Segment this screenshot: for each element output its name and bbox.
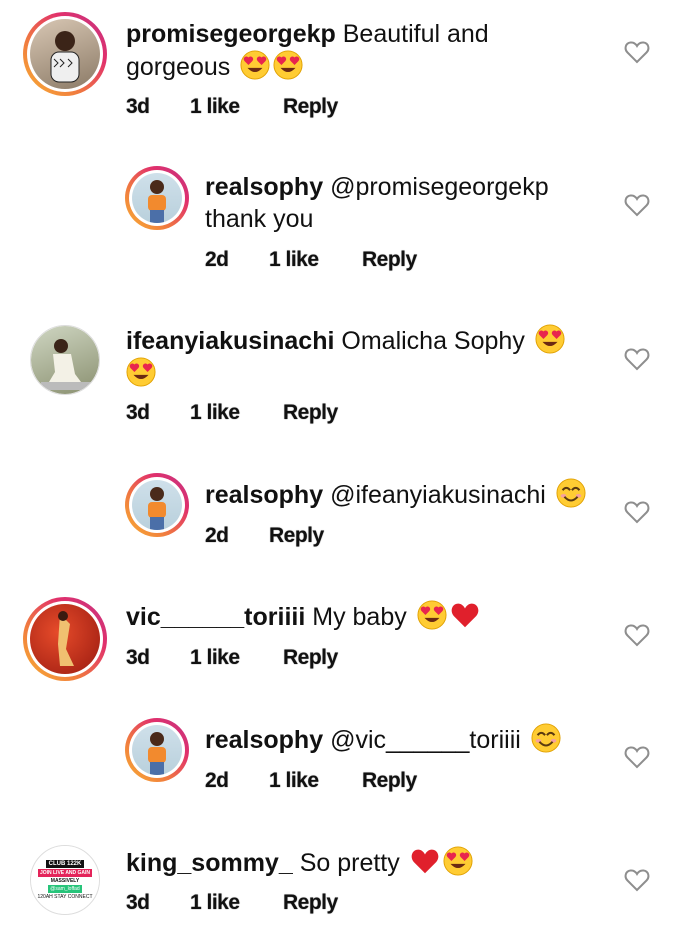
avatar[interactable] [125,718,189,782]
reply-button[interactable]: Reply [283,646,338,670]
comment-time: 2d [205,248,229,271]
heart-eyes-emoji-icon [126,357,156,387]
comment-text: realsophy @ifeanyiakusinachi [205,478,586,511]
comment-body: @ifeanyiakusinachi [330,481,546,509]
avatar[interactable] [23,12,107,96]
comment-likes[interactable]: 1 like [190,891,283,915]
heart-eyes-emoji-icon [273,50,303,80]
comment-text: promisegeorgekp Beautiful and gorgeous [126,18,489,83]
avatar[interactable]: CLUB 122K JOIN LIVE AND GAIN MASSIVELY @… [30,845,100,915]
comment-username[interactable]: realsophy [205,481,323,509]
comment-username[interactable]: promisegeorgekp [126,20,336,48]
comment-meta: 3d 1 like Reply [126,95,338,119]
heart-outline-icon[interactable] [624,193,650,217]
comment-time: 3d [126,95,150,118]
heart-outline-icon[interactable] [624,745,650,769]
comment-likes[interactable]: 1 like [190,646,283,670]
comment-likes[interactable]: 1 like [269,248,362,272]
heart-eyes-emoji-icon [535,324,565,354]
comment-username[interactable]: realsophy [205,726,323,754]
comment-body: @promisegeorgekp [330,173,549,201]
comment-username[interactable]: ifeanyiakusinachi [126,327,334,355]
comment-time: 3d [126,646,150,669]
heart-eyes-emoji-icon [417,600,447,630]
comment-body-line2: gorgeous [126,53,231,81]
reply-button[interactable]: Reply [362,248,417,272]
reply-button[interactable]: Reply [283,401,338,425]
comment-username[interactable]: realsophy [205,173,323,201]
comment-likes[interactable]: 1 like [269,769,362,793]
comment-likes[interactable]: 1 like [190,401,283,425]
reply-button[interactable]: Reply [269,524,324,548]
comment-meta: 3d 1 like Reply [126,401,338,425]
avatar-text: MASSIVELY [50,877,80,884]
comment-body: Omalicha Sophy [341,327,525,355]
comment-meta: 2d 1 like Reply [205,248,417,272]
comment-meta: 3d 1 like Reply [126,891,338,915]
comment-likes[interactable]: 1 like [190,95,283,119]
avatar[interactable] [23,597,107,681]
avatar[interactable] [125,473,189,537]
comment-meta: 2d Reply [205,524,324,548]
heart-outline-icon[interactable] [624,500,650,524]
avatar[interactable] [125,166,189,230]
comment-text: vic______toriiii My baby [126,600,480,633]
comment-body: So pretty [299,849,400,877]
comment-body: @vic______toriiii [330,726,521,754]
comment-body: My baby [312,603,407,631]
smiling-eyes-emoji-icon [556,478,586,508]
comment-text: ifeanyiakusinachi Omalicha Sophy [126,324,565,390]
comment-body: Beautiful and [342,20,489,48]
comment-text: realsophy @promisegeorgekp thank you [205,171,549,235]
heart-outline-icon[interactable] [624,868,650,892]
comment-text: realsophy @vic______toriiii [205,723,561,756]
comment-username[interactable]: vic______toriiii [126,603,305,631]
comment-username[interactable]: king_sommy_ [126,849,293,877]
comment-meta: 2d 1 like Reply [205,769,417,793]
heart-eyes-emoji-icon [443,846,473,876]
comment-time: 3d [126,891,150,914]
comment-time: 2d [205,524,229,547]
avatar-text: JOIN LIVE AND GAIN [37,868,93,877]
red-heart-emoji-icon [450,600,480,630]
comment-body-line2: thank you [205,205,314,233]
avatar-text: 120AH STAY CONNECT [37,893,93,900]
reply-button[interactable]: Reply [283,95,338,119]
comment-time: 3d [126,401,150,424]
avatar-text: @sam_loffad [48,884,82,893]
avatar[interactable] [30,325,100,395]
comment-meta: 3d 1 like Reply [126,646,338,670]
red-heart-emoji-icon [410,846,440,876]
heart-outline-icon[interactable] [624,40,650,64]
comment-time: 2d [205,769,229,792]
reply-button[interactable]: Reply [283,891,338,915]
comment-text: king_sommy_ So pretty [126,846,473,879]
heart-outline-icon[interactable] [624,623,650,647]
avatar-text: CLUB 122K [45,859,85,868]
smiling-eyes-emoji-icon [531,723,561,753]
heart-eyes-emoji-icon [240,50,270,80]
heart-outline-icon[interactable] [624,347,650,371]
reply-button[interactable]: Reply [362,769,417,793]
